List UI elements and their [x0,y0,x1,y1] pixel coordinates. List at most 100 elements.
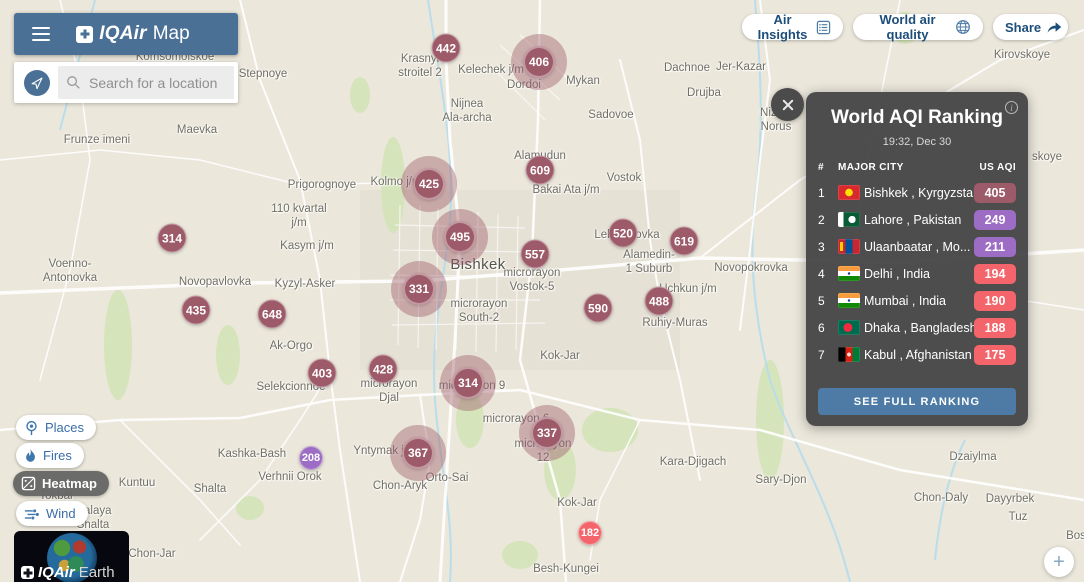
aqi-badge: 194 [974,264,1016,284]
iqair-plus-icon [21,566,34,579]
country-flag-icon [838,347,860,362]
search-icon [66,75,81,90]
ranking-row[interactable]: 7 Kabul , Afghanistan175 [806,341,1028,368]
city-name: Dhaka , Bangladesh [864,321,974,335]
col-aqi: US AQI [974,162,1016,173]
country-flag-icon [838,293,860,308]
aqi-badge: 211 [974,237,1016,257]
ranking-row[interactable]: 4 Delhi , India194 [806,260,1028,287]
ranking-header-row: # MAJOR CITY US AQI [806,162,1028,173]
menu-icon[interactable] [32,27,50,42]
aqi-marker[interactable]: 609 [526,156,555,185]
aqi-badge: 175 [974,345,1016,365]
aqi-marker[interactable]: 208 [299,446,323,470]
ranking-row[interactable]: 5 Mumbai , India190 [806,287,1028,314]
logo-suffix-text: Map [153,23,190,45]
col-rank: # [818,162,834,173]
logo-text: IQAir [99,23,146,45]
share-button[interactable]: Share [993,14,1068,40]
aqi-marker[interactable]: 435 [182,296,211,325]
city-name: Mumbai , India [864,294,974,308]
fires-label: Fires [43,448,72,463]
map-canvas[interactable]: KomsomolskoeStepnoyeKrasnyi stroitel 2Ke… [0,0,1084,582]
world-air-quality-label: World air quality [865,12,950,42]
aqi-badge: 190 [974,291,1016,311]
aqi-marker[interactable]: 314 [452,367,484,399]
ranking-row[interactable]: 6 Dhaka , Bangladesh188 [806,314,1028,341]
earth-logo-text: IQAir [38,564,75,581]
zoom-in-button[interactable]: + [1044,547,1074,577]
city-name: Kabul , Afghanistan [864,348,974,362]
aqi-marker[interactable]: 619 [670,227,699,256]
aqi-marker[interactable]: 331 [403,273,435,305]
places-layer-button[interactable]: Places [16,415,96,440]
aqi-marker[interactable]: 648 [258,300,287,329]
aqi-marker[interactable]: 367 [402,437,434,469]
aqi-marker[interactable]: 442 [432,34,461,63]
world-aqi-ranking-panel: World AQI Ranking 19:32, Dec 30 # MAJOR … [806,92,1028,426]
see-full-ranking-button[interactable]: SEE FULL RANKING [818,388,1016,415]
close-panel-button[interactable] [771,88,804,121]
search-bar [14,62,238,103]
rank-number: 6 [818,321,834,335]
rank-number: 5 [818,294,834,308]
aqi-badge: 405 [974,183,1016,203]
search-field[interactable] [58,66,234,99]
aqi-marker[interactable]: 403 [308,359,337,388]
col-city: MAJOR CITY [838,162,974,173]
aqi-marker[interactable]: 337 [531,417,563,449]
ranking-row[interactable]: 1Bishkek , Kyrgyzstan405 [806,179,1028,206]
aqi-marker[interactable]: 182 [578,521,602,545]
rank-number: 4 [818,267,834,281]
navigation-arrow-icon [30,76,44,90]
rank-number: 2 [818,213,834,227]
globe-icon [955,19,971,35]
ranking-rows: 1Bishkek , Kyrgyzstan4052Lahore , Pakist… [806,179,1028,368]
search-input[interactable] [87,74,226,92]
world-air-quality-button[interactable]: World air quality [853,14,983,40]
heatmap-layer-button[interactable]: Heatmap [13,471,109,496]
panel-timestamp: 19:32, Dec 30 [806,136,1028,148]
aqi-marker[interactable]: 495 [444,221,476,253]
aqi-marker[interactable]: 557 [521,240,550,269]
heatmap-label: Heatmap [42,476,97,491]
iqair-map-logo: IQAir Map [76,23,199,45]
iqair-plus-icon [76,26,93,43]
info-icon[interactable] [1005,101,1018,114]
share-label: Share [1005,20,1041,35]
rank-number: 3 [818,240,834,254]
rank-number: 7 [818,348,834,362]
ranking-row[interactable]: 3 Ulaanbaatar , Mo...211 [806,233,1028,260]
app-header: IQAir Map [14,13,238,55]
aqi-marker[interactable]: 406 [523,46,555,78]
wind-label: Wind [46,506,76,521]
country-flag-icon [838,212,860,227]
list-icon [816,20,831,35]
panel-title: World AQI Ranking [806,107,1028,129]
heatmap-icon [21,476,36,491]
aqi-badge: 188 [974,318,1016,338]
city-name: Ulaanbaatar , Mo... [864,240,974,254]
city-name: Delhi , India [864,267,974,281]
aqi-marker[interactable]: 428 [369,355,398,384]
aqi-marker[interactable]: 520 [609,219,638,248]
place-pin-icon [24,420,39,436]
country-flag-icon [838,266,860,281]
locate-me-button[interactable] [24,70,50,96]
earth-logo-suffix: Earth [79,564,115,581]
places-label: Places [45,420,84,435]
share-arrow-icon [1046,20,1062,34]
aqi-marker[interactable]: 488 [645,287,674,316]
aqi-marker[interactable]: 425 [413,168,445,200]
fires-layer-button[interactable]: Fires [16,443,84,468]
flame-icon [24,448,37,463]
city-name: Bishkek , Kyrgyzstan [864,186,974,200]
aqi-marker[interactable]: 590 [584,294,613,323]
air-insights-button[interactable]: Air Insights [742,14,843,40]
ranking-row[interactable]: 2Lahore , Pakistan249 [806,206,1028,233]
country-flag-icon [838,320,860,335]
aqi-marker[interactable]: 314 [158,224,187,253]
wind-icon [24,507,40,521]
iqair-earth-widget[interactable]: IQAir Earth [14,531,129,582]
wind-layer-button[interactable]: Wind [16,501,88,526]
